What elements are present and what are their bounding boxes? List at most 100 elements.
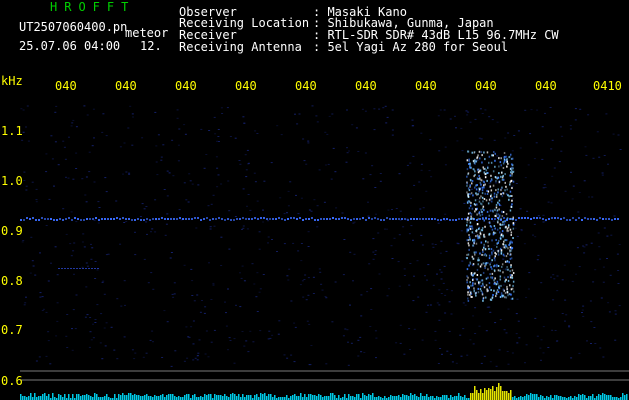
echo-speck bbox=[502, 234, 504, 237]
noise-speck bbox=[70, 255, 73, 257]
noise-speck bbox=[134, 352, 137, 354]
echo-speck bbox=[469, 225, 471, 228]
noise-speck bbox=[359, 336, 362, 338]
echo-speck bbox=[482, 205, 485, 208]
noise-speck bbox=[493, 139, 496, 141]
trace-bar bbox=[44, 393, 46, 400]
noise-speck bbox=[81, 178, 84, 180]
noise-speck bbox=[92, 337, 95, 339]
echo-speck bbox=[467, 293, 469, 296]
noise-speck bbox=[119, 243, 122, 245]
noise-speck bbox=[286, 357, 289, 359]
noise-speck bbox=[214, 133, 217, 135]
noise-speck bbox=[176, 117, 179, 119]
noise-speck bbox=[591, 196, 594, 198]
noise-speck bbox=[89, 317, 92, 318]
carrier-segment bbox=[98, 219, 100, 221]
noise-speck bbox=[552, 274, 555, 276]
noise-speck bbox=[357, 355, 360, 357]
echo-speck bbox=[479, 157, 481, 160]
noise-speck bbox=[239, 306, 242, 308]
noise-speck bbox=[543, 184, 546, 186]
echo-speck bbox=[469, 293, 471, 296]
trace-bar bbox=[372, 393, 374, 400]
echo-speck bbox=[492, 249, 495, 252]
echo-speck bbox=[511, 174, 513, 177]
echo-speck bbox=[487, 167, 489, 169]
trace-bar bbox=[362, 393, 364, 400]
noise-speck bbox=[541, 158, 544, 160]
noise-speck bbox=[393, 237, 396, 239]
trace-bar bbox=[94, 393, 96, 400]
echo-speck bbox=[496, 209, 499, 212]
echo-speck bbox=[500, 235, 502, 238]
echo-speck bbox=[512, 216, 514, 219]
echo-speck bbox=[469, 184, 471, 187]
noise-speck bbox=[492, 220, 495, 222]
echo-speck bbox=[497, 269, 500, 272]
noise-speck bbox=[54, 246, 57, 248]
noise-speck bbox=[353, 253, 356, 255]
carrier-segment bbox=[314, 219, 316, 221]
noise-speck bbox=[347, 341, 349, 343]
trace-bar bbox=[238, 394, 240, 400]
noise-speck bbox=[419, 208, 422, 210]
carrier-segment bbox=[392, 218, 394, 220]
echo-speck bbox=[503, 220, 505, 223]
noise-speck bbox=[31, 260, 34, 262]
noise-speck bbox=[542, 221, 545, 223]
echo-speck bbox=[509, 209, 512, 212]
echo-speck bbox=[488, 282, 491, 284]
noise-speck bbox=[35, 201, 38, 203]
noise-speck bbox=[152, 341, 154, 343]
echo-speck bbox=[510, 234, 512, 236]
echo-speck bbox=[480, 183, 482, 186]
noise-speck bbox=[425, 311, 428, 313]
noise-speck bbox=[307, 231, 310, 233]
echo-speck bbox=[470, 192, 473, 195]
noise-speck bbox=[460, 230, 463, 232]
noise-speck bbox=[155, 161, 158, 163]
echo-speck bbox=[507, 229, 510, 232]
noise-speck bbox=[92, 108, 95, 110]
noise-speck bbox=[378, 108, 381, 110]
echo-speck bbox=[501, 223, 504, 226]
carrier-segment bbox=[479, 218, 481, 220]
noise-speck bbox=[256, 272, 259, 274]
echo-speck bbox=[466, 191, 468, 194]
noise-speck bbox=[579, 108, 582, 110]
echo-speck bbox=[507, 276, 509, 279]
echo-speck bbox=[506, 165, 508, 168]
echo-speck bbox=[478, 227, 480, 230]
echo-speck bbox=[479, 197, 481, 200]
echo-speck bbox=[509, 249, 511, 252]
trace-bar bbox=[42, 394, 44, 400]
trace-bar bbox=[254, 395, 256, 400]
noise-speck bbox=[243, 280, 246, 282]
carrier-segment bbox=[563, 217, 565, 219]
trace-bar bbox=[122, 393, 124, 400]
noise-speck bbox=[444, 164, 447, 166]
carrier-segment bbox=[152, 218, 154, 220]
noise-speck bbox=[578, 266, 581, 268]
noise-speck bbox=[267, 220, 269, 222]
echo-speck bbox=[481, 196, 484, 199]
trace-bar bbox=[140, 396, 142, 400]
noise-speck bbox=[220, 236, 223, 238]
noise-speck bbox=[128, 174, 131, 175]
noise-speck bbox=[55, 105, 58, 107]
noise-speck bbox=[446, 350, 449, 352]
echo-speck bbox=[490, 189, 493, 192]
noise-speck bbox=[424, 275, 426, 277]
noise-speck bbox=[547, 347, 550, 348]
echo-speck bbox=[477, 171, 480, 174]
noise-speck bbox=[398, 173, 401, 175]
carrier-segment bbox=[68, 217, 70, 219]
noise-speck bbox=[305, 163, 308, 165]
trace-bar bbox=[118, 394, 120, 400]
noise-speck bbox=[527, 164, 530, 166]
echo-speck bbox=[483, 219, 485, 222]
echo-speck bbox=[466, 221, 468, 224]
noise-speck bbox=[385, 122, 388, 124]
trace-bar bbox=[76, 394, 78, 400]
